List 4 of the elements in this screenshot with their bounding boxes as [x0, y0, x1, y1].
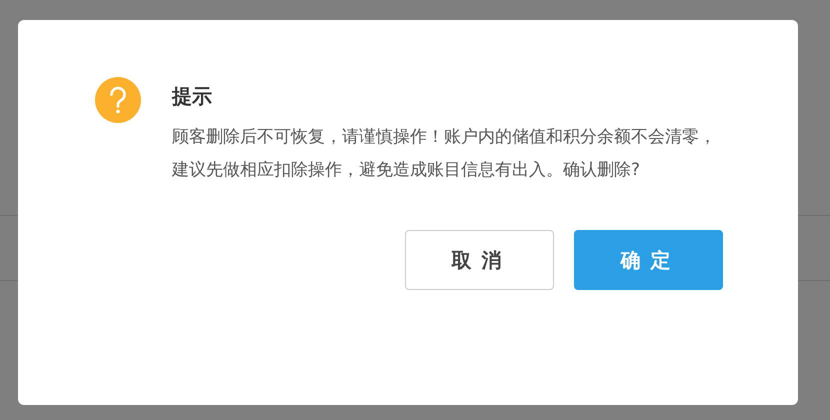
dialog-title: 提示: [172, 83, 213, 110]
question-icon: [95, 77, 141, 123]
cancel-button[interactable]: 取消: [405, 230, 554, 290]
dialog-message: 顾客删除后不可恢复，请谨慎操作！账户内的储值和积分余额不会清零，建议先做相应扣除操作，避免造成账目信息有出入。确认删除?: [172, 126, 717, 182]
